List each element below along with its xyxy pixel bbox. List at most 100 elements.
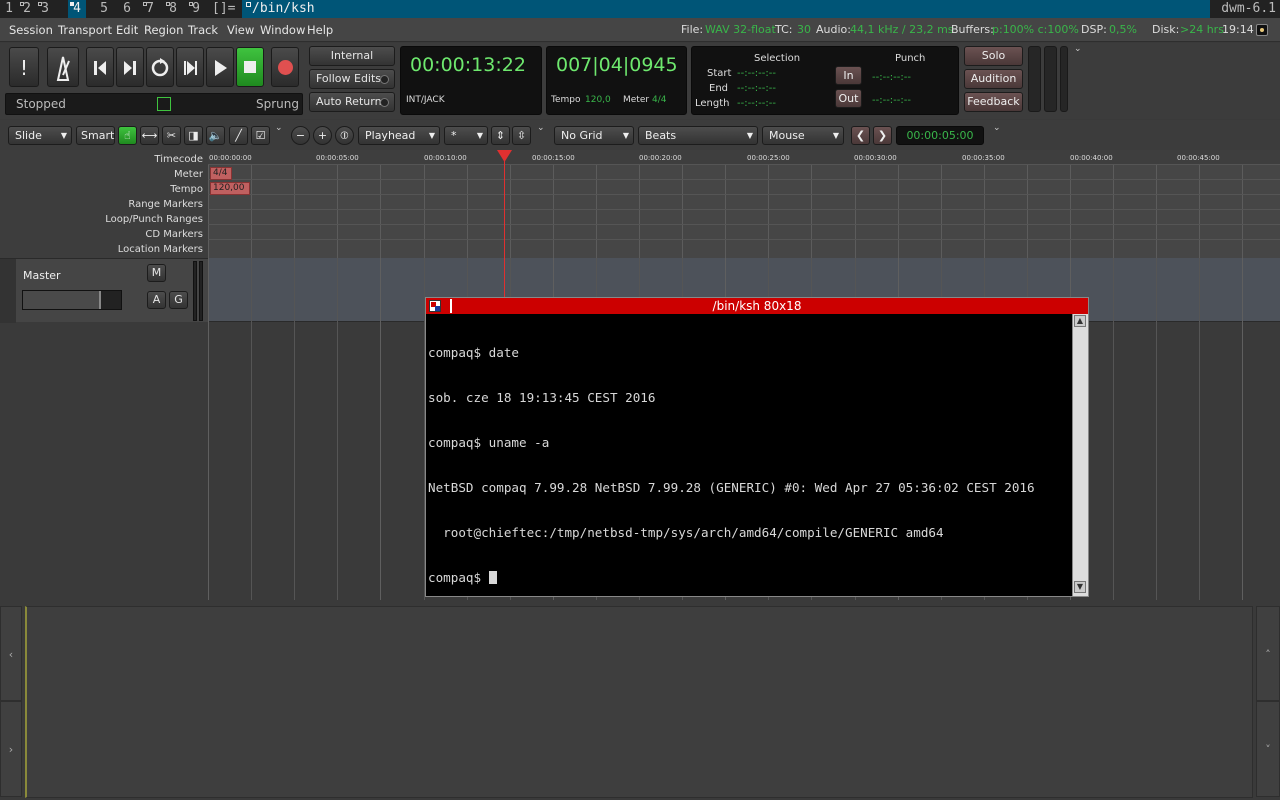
grab-tool-button[interactable]: ☝ — [118, 126, 137, 145]
mute-button[interactable]: M — [147, 264, 166, 282]
punch-out-clock[interactable]: --:--:--:-- — [872, 95, 911, 106]
stop-button[interactable] — [236, 47, 264, 87]
terminal-prompt: compaq$ — [428, 570, 489, 585]
scroll-right-button[interactable]: › — [0, 701, 22, 797]
ruler-label-tempo[interactable]: Tempo — [0, 182, 203, 197]
dwm-tag-4[interactable]: 4 — [68, 0, 86, 18]
gain-fader[interactable] — [22, 290, 122, 310]
error-log-button[interactable]: ! — [9, 47, 39, 87]
dwm-tag-8[interactable]: 8 — [164, 0, 182, 18]
ruler-label-cd-markers[interactable]: CD Markers — [0, 227, 203, 242]
dwm-tag-1[interactable]: 1 — [0, 0, 18, 18]
tools-overflow-icon[interactable]: ⌄ — [275, 123, 283, 133]
play-button[interactable] — [206, 47, 234, 87]
audition-tool-button[interactable]: 🔈 — [206, 126, 225, 145]
selection-end-clock[interactable]: --:--:--:-- — [737, 83, 776, 94]
play-range-button[interactable] — [176, 47, 204, 87]
terminal-menu-icon[interactable] — [429, 300, 441, 312]
edit-mode-value: Slide — [15, 129, 42, 142]
group-button[interactable]: G — [169, 291, 188, 309]
zoom-in-button[interactable]: + — [313, 126, 332, 145]
ruler-label-meter[interactable]: Meter — [0, 167, 203, 182]
grid-type-dropdown[interactable]: No Grid ▼ — [554, 126, 634, 145]
scroll-down-arrow-icon[interactable]: ▼ — [1074, 581, 1086, 593]
dwm-layout-symbol[interactable]: []= — [212, 0, 235, 18]
follow-edits-button[interactable]: Follow Edits — [309, 69, 395, 89]
zoom-overflow-icon[interactable]: ⌄ — [537, 123, 545, 133]
secondary-clock-value: 007|04|0945 — [556, 54, 678, 76]
expand-tracks-button[interactable]: ⇳ — [512, 126, 531, 145]
terminal-window[interactable]: /bin/ksh 80x18 compaq$ date sob. cze 18 … — [425, 297, 1089, 597]
terminal-titlebar[interactable]: /bin/ksh 80x18 — [426, 298, 1088, 314]
draw-tool-button[interactable]: ╱ — [229, 126, 248, 145]
nudge-forward-button[interactable]: ❯ — [873, 126, 892, 145]
goto-end-button[interactable] — [116, 47, 144, 87]
automation-button[interactable]: A — [147, 291, 166, 309]
meter-marker[interactable]: 4/4 — [210, 167, 232, 180]
primary-clock[interactable]: 00:00:13:22 INT/JACK — [400, 46, 542, 115]
stretch-tool-button[interactable]: ◨ — [184, 126, 203, 145]
range-tool-button[interactable]: ⟷ — [140, 126, 159, 145]
audition-button[interactable]: Audition — [964, 69, 1023, 89]
dwm-tag-5[interactable]: 5 — [95, 0, 113, 18]
scroll-down-button[interactable]: ˅ — [1256, 701, 1280, 797]
timecode-ruler[interactable]: 00:00:00:00 00:00:05:00 00:00:10:00 00:0… — [208, 150, 1280, 165]
toolbar-overflow-icon[interactable]: ⌄ — [1074, 44, 1082, 54]
bottom-pane[interactable] — [25, 606, 1253, 798]
cut-tool-button[interactable]: ✂ — [162, 126, 181, 145]
selection-start-clock[interactable]: --:--:--:-- — [737, 68, 776, 79]
scroll-left-button[interactable]: ‹ — [0, 606, 22, 701]
track-name[interactable]: Master — [23, 269, 61, 282]
playhead-marker-icon[interactable] — [497, 150, 512, 162]
zoom-focus-dropdown[interactable]: Mouse ▼ — [762, 126, 844, 145]
dwm-tag-6[interactable]: 6 — [118, 0, 136, 18]
dwm-tag-3[interactable]: 3 — [36, 0, 54, 18]
record-button[interactable] — [271, 47, 299, 87]
punch-out-button[interactable]: Out — [835, 89, 862, 108]
punch-in-button[interactable]: In — [835, 66, 862, 85]
zoom-out-button[interactable]: − — [291, 126, 310, 145]
ruler-area[interactable]: 00:00:00:00 00:00:05:00 00:00:10:00 00:0… — [208, 150, 1280, 258]
edit-point-dropdown[interactable]: Playhead ▼ — [358, 126, 440, 145]
feedback-button[interactable]: Feedback — [964, 92, 1023, 112]
zoom-to-session-button[interactable]: ⦶ — [335, 126, 354, 145]
shrink-tracks-button[interactable]: ⇕ — [491, 126, 510, 145]
metronome-button[interactable] — [47, 47, 79, 87]
terminal-scrollbar[interactable]: ▲ ▼ — [1072, 314, 1088, 596]
goto-start-button[interactable] — [86, 47, 114, 87]
dwm-tag-7[interactable]: 7 — [141, 0, 159, 18]
tag-occupied-indicator — [166, 2, 170, 6]
nudge-backward-button[interactable]: ❮ — [851, 126, 870, 145]
solo-button[interactable]: Solo — [964, 46, 1023, 66]
nudge-clock[interactable]: 00:00:05:00 — [896, 126, 984, 145]
scroll-up-button[interactable]: ˄ — [1256, 606, 1280, 701]
secondary-clock[interactable]: 007|04|0945 Tempo 120,0 Meter 4/4 — [546, 46, 687, 115]
edit-toolbar: Slide ▼ Smart ☝ ⟷ ✂ ◨ 🔈 ╱ ☑ ⌄ − + ⦶ Playh… — [0, 120, 1280, 150]
smart-mode-button[interactable]: Smart — [76, 126, 115, 145]
terminal-output[interactable]: compaq$ date sob. cze 18 19:13:45 CEST 2… — [428, 315, 1068, 615]
grid-line — [251, 258, 252, 600]
edit-mode-dropdown[interactable]: Slide ▼ — [8, 126, 72, 145]
scroll-up-arrow-icon[interactable]: ▲ — [1074, 315, 1086, 327]
loop-button[interactable] — [146, 47, 174, 87]
ruler-label-range-markers[interactable]: Range Markers — [0, 197, 203, 212]
master-track-header[interactable]: Master M A G — [0, 258, 208, 323]
selection-length-clock[interactable]: --:--:--:-- — [737, 98, 776, 109]
ruler-label-loop-punch[interactable]: Loop/Punch Ranges — [0, 212, 203, 227]
nudge-dropdown[interactable]: * ▼ — [444, 126, 488, 145]
internal-edit-icon: ☑ — [255, 129, 266, 142]
ruler-label-location-markers[interactable]: Location Markers — [0, 242, 203, 257]
nudge-overflow-icon[interactable]: ⌄ — [993, 123, 1001, 133]
auto-return-button[interactable]: Auto Return — [309, 92, 395, 112]
ruler-label-timecode[interactable]: Timecode — [0, 152, 203, 167]
punch-in-clock[interactable]: --:--:--:-- — [872, 72, 911, 83]
internal-sync-button[interactable]: Internal — [309, 46, 395, 66]
internal-edit-tool-button[interactable]: ☑ — [251, 126, 270, 145]
dwm-tag-9[interactable]: 9 — [187, 0, 205, 18]
record-status-icon[interactable] — [1256, 24, 1268, 36]
tempo-marker[interactable]: 120,00 — [210, 182, 250, 195]
grid-units-dropdown[interactable]: Beats ▼ — [638, 126, 758, 145]
dwm-tag-2[interactable]: 2 — [18, 0, 36, 18]
terminal-prompt-line[interactable]: compaq$ — [428, 570, 1068, 585]
play-range-icon — [184, 61, 197, 75]
